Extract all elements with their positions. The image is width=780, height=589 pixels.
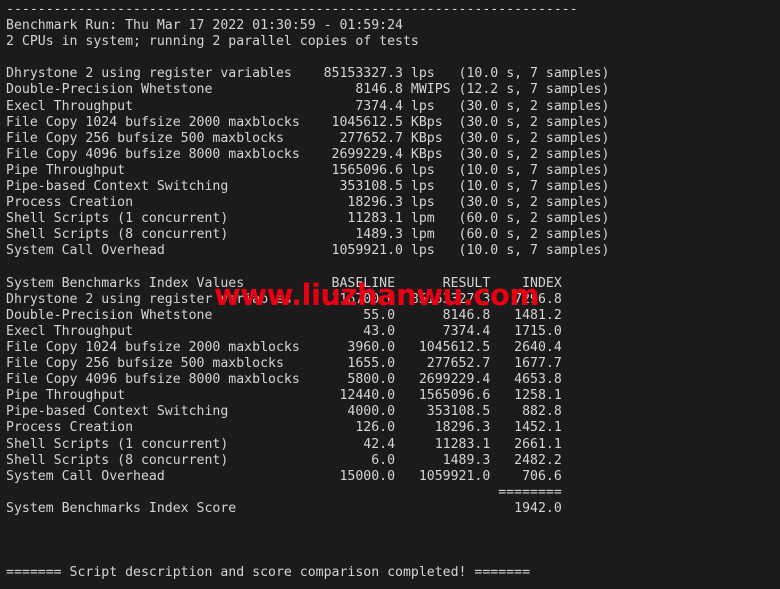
- raw-result-row: Process Creation 18296.3 lps (30.0 s, 2 …: [6, 195, 610, 211]
- raw-result-row: System Call Overhead 1059921.0 lps (10.0…: [6, 243, 610, 259]
- raw-result-row: Double-Precision Whetstone 8146.8 MWIPS …: [6, 82, 610, 98]
- index-table-row: Double-Precision Whetstone 55.0 8146.8 1…: [6, 307, 562, 323]
- index-table-header: System Benchmarks Index Values BASELINE …: [6, 275, 562, 291]
- raw-result-row: Pipe-based Context Switching 353108.5 lp…: [6, 179, 610, 195]
- index-table-row: Shell Scripts (1 concurrent) 42.4 11283.…: [6, 436, 562, 452]
- raw-result-row: Pipe Throughput 1565096.6 lps (10.0 s, 7…: [6, 162, 610, 178]
- index-table-row: Dhrystone 2 using register variables 116…: [6, 291, 562, 307]
- raw-result-row: Shell Scripts (8 concurrent) 1489.3 lpm …: [6, 227, 610, 243]
- raw-result-row: File Copy 256 bufsize 500 maxblocks 2776…: [6, 130, 610, 146]
- index-table-row: File Copy 1024 bufsize 2000 maxblocks 39…: [6, 339, 562, 355]
- index-table-row: File Copy 256 bufsize 500 maxblocks 1655…: [6, 356, 562, 372]
- raw-result-row: File Copy 4096 bufsize 8000 maxblocks 26…: [6, 146, 610, 162]
- terminal-screen: ----------------------------------------…: [6, 2, 609, 581]
- index-table-row: Pipe Throughput 12440.0 1565096.6 1258.1: [6, 388, 562, 404]
- cpu-info-line: 2 CPUs in system; running 2 parallel cop…: [6, 34, 419, 50]
- raw-result-row: Shell Scripts (1 concurrent) 11283.1 lpm…: [6, 211, 610, 227]
- score-separator: ========: [6, 484, 562, 500]
- index-score-row: System Benchmarks Index Score 1942.0: [6, 500, 562, 516]
- raw-result-row: Dhrystone 2 using register variables 851…: [6, 66, 610, 82]
- index-table-row: Shell Scripts (8 concurrent) 6.0 1489.3 …: [6, 452, 562, 468]
- index-table-row: Pipe-based Context Switching 4000.0 3531…: [6, 404, 562, 420]
- index-table-row: Process Creation 126.0 18296.3 1452.1: [6, 420, 562, 436]
- index-table-row: Execl Throughput 43.0 7374.4 1715.0: [6, 323, 562, 339]
- index-table-row: System Call Overhead 15000.0 1059921.0 7…: [6, 468, 562, 484]
- terminal-window: ----------------------------------------…: [0, 0, 780, 589]
- index-table-row: File Copy 4096 bufsize 8000 maxblocks 58…: [6, 372, 562, 388]
- raw-result-row: File Copy 1024 bufsize 2000 maxblocks 10…: [6, 114, 610, 130]
- footer-line: ======= Script description and score com…: [6, 565, 531, 581]
- benchmark-run-line: Benchmark Run: Thu Mar 17 2022 01:30:59 …: [6, 18, 403, 34]
- raw-result-row: Execl Throughput 7374.4 lps (30.0 s, 2 s…: [6, 98, 610, 114]
- top-rule: ----------------------------------------…: [6, 2, 578, 17]
